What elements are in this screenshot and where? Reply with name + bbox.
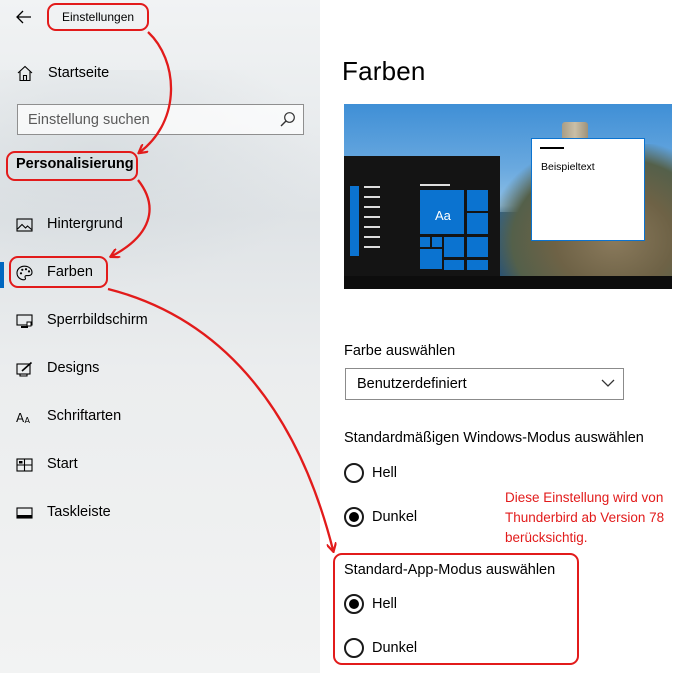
preview-sample-text: Beispieltext <box>541 161 595 173</box>
annotation-note-line: Diese Einstellung wird von <box>505 490 664 505</box>
annotation-highlight-title <box>47 3 149 31</box>
annotation-note: Diese Einstellung wird von Thunderbird a… <box>505 488 690 548</box>
home-icon <box>17 65 33 81</box>
sidebar-item-designs[interactable]: Designs <box>0 349 320 389</box>
annotation-note-line: Thunderbird ab Version 78 <box>505 510 665 525</box>
sidebar-item-hintergrund[interactable]: Hintergrund <box>0 205 320 245</box>
designs-icon <box>16 361 33 377</box>
search-input[interactable] <box>18 105 273 134</box>
sidebar-item-taskleiste[interactable]: Taskleiste <box>0 493 320 533</box>
sidebar-item-label: Taskleiste <box>47 504 111 520</box>
windows-mode-option-hell[interactable]: Hell <box>344 461 544 485</box>
back-button[interactable] <box>12 5 36 29</box>
color-select-label: Farbe auswählen <box>344 343 456 359</box>
color-preview: Aa Beispieltext <box>344 104 672 289</box>
selection-indicator <box>0 262 4 288</box>
annotation-highlight-farben <box>9 256 108 288</box>
windows-mode-label: Standardmäßigen Windows-Modus auswählen <box>344 430 644 446</box>
color-select-dropdown[interactable]: Benutzerdefiniert <box>345 368 624 400</box>
settings-sidebar: Einstellungen Startseite Personalisierun… <box>0 0 320 673</box>
sidebar-item-start[interactable]: Start <box>0 445 320 485</box>
annotation-note-line: berücksichtig. <box>505 530 588 545</box>
sidebar-item-label: Schriftarten <box>47 408 122 424</box>
preview-taskbar <box>344 276 672 289</box>
lock-screen-icon <box>16 314 33 328</box>
search-icon <box>280 112 295 127</box>
picture-icon <box>16 218 33 232</box>
radio-button[interactable] <box>344 507 364 527</box>
sidebar-item-home[interactable]: Startseite <box>16 60 109 86</box>
fonts-icon: A A <box>16 411 31 425</box>
annotation-highlight-personalisierung <box>6 151 138 181</box>
page-title: Farben <box>342 56 426 86</box>
svg-text:A: A <box>25 416 31 425</box>
sidebar-item-label: Startseite <box>48 65 110 81</box>
taskbar-icon <box>16 507 33 519</box>
preview-start-menu: Aa <box>344 156 500 276</box>
radio-label: Dunkel <box>372 509 418 525</box>
sidebar-item-label: Designs <box>47 360 100 376</box>
sidebar-item-sperrbildschirm[interactable]: Sperrbildschirm <box>0 301 320 341</box>
back-arrow-icon <box>16 10 31 24</box>
start-icon <box>16 458 33 472</box>
sidebar-item-label: Sperrbildschirm <box>47 312 148 328</box>
preview-tile-label: Aa <box>435 208 451 223</box>
radio-button[interactable] <box>344 463 364 483</box>
annotation-highlight-app-mode <box>333 553 579 665</box>
sidebar-item-label: Hintergrund <box>47 216 123 232</box>
preview-sample-window: Beispieltext <box>531 138 645 241</box>
sidebar-item-schriftarten[interactable]: A A Schriftarten <box>0 397 320 437</box>
radio-label: Hell <box>372 465 397 481</box>
radio-dot <box>349 512 359 522</box>
dropdown-value: Benutzerdefiniert <box>357 376 467 392</box>
chevron-down-icon <box>601 379 615 387</box>
sidebar-item-label: Start <box>47 456 78 472</box>
settings-search[interactable] <box>17 104 304 135</box>
